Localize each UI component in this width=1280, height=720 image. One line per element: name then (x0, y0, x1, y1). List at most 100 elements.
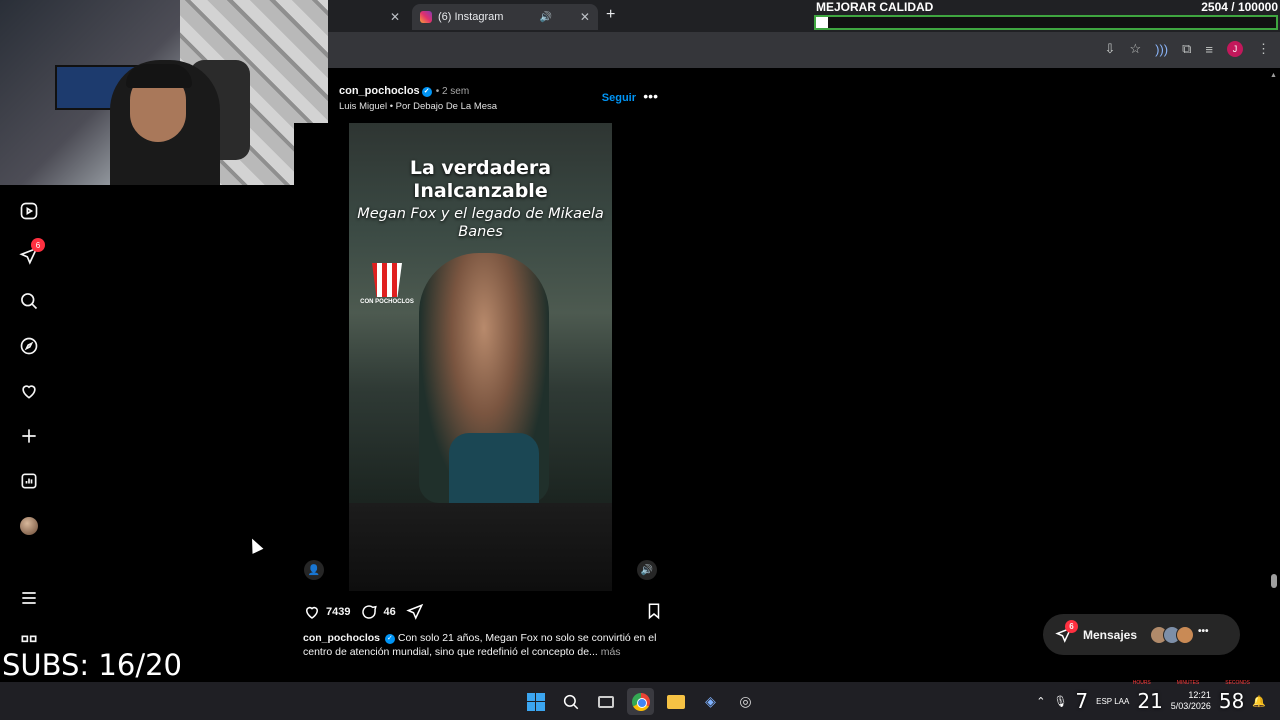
follow-button[interactable]: Seguir (602, 92, 636, 104)
taskbar-apps: ◈ ◎ (522, 688, 759, 715)
nav-more[interactable] (17, 586, 41, 610)
video-lower-frame (349, 503, 612, 591)
media-control-icon[interactable]: ≡ (1205, 42, 1213, 57)
share-button[interactable] (406, 603, 424, 621)
nav-create[interactable] (17, 424, 41, 448)
tagged-user-icon[interactable]: 👤 (304, 560, 324, 580)
webcam-overlay (0, 0, 328, 185)
messages-pill[interactable]: 6 Mensajes ••• (1043, 614, 1240, 655)
clock-time: 12:21 (1188, 690, 1211, 700)
install-app-icon[interactable]: ⇩ (1105, 41, 1116, 57)
profile-avatar[interactable]: J (1227, 41, 1243, 57)
popcorn-icon (372, 263, 402, 297)
more-dots-icon: ••• (1198, 625, 1209, 637)
cast-icon[interactable]: ))) (1155, 42, 1168, 57)
comment-icon (362, 605, 378, 619)
app-icon: ◈ (705, 693, 716, 709)
nav-profile[interactable] (17, 514, 41, 538)
extensions-icon[interactable]: ⧉ (1182, 41, 1191, 57)
folder-icon (666, 694, 685, 709)
speaker-icon[interactable]: 🔊 (539, 12, 551, 23)
like-count: 7439 (326, 606, 351, 618)
microphone-icon[interactable]: 🎙 (1053, 695, 1067, 708)
system-tray: ⌃ 🎙 7 ESP LAA 21 12:21 5/03/2026 58 🔔 (1036, 682, 1266, 720)
scroll-up-icon[interactable]: ▲ (1270, 72, 1277, 79)
post-author[interactable]: con_pochoclos ✓ • 2 sem (339, 85, 469, 97)
clock-date: 5/03/2026 (1170, 701, 1211, 711)
clock[interactable]: 12:21 5/03/2026 (1171, 690, 1211, 712)
post-header: con_pochoclos ✓ • 2 sem Luis Miguel • Por … (328, 82, 668, 118)
tab-close-icon[interactable]: ✕ (390, 10, 400, 24)
nav-dashboard[interactable] (17, 469, 41, 493)
search-icon (21, 293, 38, 310)
donation-goal-overlay: MEJORAR CALIDAD 2504 / 100000 (812, 0, 1280, 32)
taskbar-search[interactable] (557, 688, 584, 715)
video-subject-top (449, 433, 539, 503)
browser-toolbar: ⇩ ☆ ))) ⧉ ≡ J ⋮ (1105, 41, 1270, 57)
tab-previous[interactable]: ✕ (328, 4, 408, 30)
goal-progress-bar (814, 15, 1278, 30)
obs-icon: ◎ (739, 693, 752, 709)
heart-icon (22, 385, 36, 399)
post-media[interactable]: La verdadera Inalcanzable Megan Fox y el… (294, 123, 668, 591)
timer-label-seconds: SECONDS (1225, 680, 1250, 686)
task-view-icon (597, 695, 614, 708)
video-frame[interactable]: La verdadera Inalcanzable Megan Fox y el… (349, 123, 612, 503)
comment-button[interactable]: 46 (360, 603, 396, 621)
nav-messages[interactable]: 6 (17, 238, 45, 268)
taskbar-app[interactable]: ◈ (697, 688, 724, 715)
notifications-icon[interactable]: 🔔 (1252, 695, 1266, 708)
direct-icon: 6 (1055, 619, 1078, 644)
tab-close-icon[interactable]: ✕ (580, 10, 590, 24)
nav-explore[interactable] (17, 334, 41, 358)
tab-instagram[interactable]: (6) Instagram 🔊 ✕ (412, 4, 598, 30)
taskbar-chrome[interactable] (627, 688, 654, 715)
page-scrollbar[interactable]: ▲ (1268, 68, 1280, 682)
goal-title: MEJORAR CALIDAD (816, 0, 934, 14)
nav-notifications[interactable] (17, 379, 41, 403)
messages-label: Mensajes (1083, 627, 1138, 642)
messages-pill-badge: 6 (1065, 619, 1078, 633)
verified-badge-icon: ✓ (421, 87, 432, 97)
nav-search[interactable] (17, 289, 41, 313)
instagram-favicon-icon (420, 11, 432, 23)
tab-instagram-label: (6) Instagram (438, 11, 504, 23)
like-button[interactable]: 7439 (303, 603, 350, 621)
tray-overflow-icon[interactable]: ⌃ (1036, 695, 1045, 708)
windows-taskbar: ◈ ◎ ⌃ 🎙 7 ESP LAA 21 12:21 5/03/2026 58 … (0, 682, 1280, 720)
verified-badge-icon: ✓ (384, 634, 395, 644)
comment-count: 46 (383, 606, 396, 618)
chrome-icon (631, 692, 650, 711)
messages-badge: 6 (31, 238, 45, 252)
taskbar-explorer[interactable] (662, 688, 689, 715)
nav-reels[interactable] (17, 199, 41, 223)
screen: ✕ (6) Instagram 🔊 ✕ + ⇩ ☆ ))) ⧉ ≡ J ⋮ ME… (0, 0, 1280, 720)
save-button[interactable] (645, 602, 663, 623)
task-view-button[interactable] (592, 688, 619, 715)
video-subtitle-text: Megan Fox y el legado de Mikaela Banes (357, 206, 604, 240)
video-title-text: La verdadera Inalcanzable (409, 157, 552, 202)
post-username[interactable]: con_pochoclos (339, 85, 420, 97)
taskbar-obs[interactable]: ◎ (732, 688, 759, 715)
timer-label-hours: HOURS (1132, 680, 1151, 686)
webcam-cap (126, 64, 192, 88)
caption-username[interactable]: con_pochoclos (303, 632, 380, 644)
caption-more-link[interactable]: más (601, 646, 621, 658)
language-indicator[interactable]: ESP LAA (1096, 697, 1129, 706)
more-options-icon[interactable]: ••• (643, 88, 658, 104)
start-button[interactable] (522, 688, 549, 715)
mute-toggle-icon[interactable]: 🔊 (637, 560, 657, 580)
post-audio[interactable]: Luis Miguel • Por Debajo De La Mesa (339, 101, 497, 112)
profile-avatar (20, 517, 38, 535)
timer-hours: 7 (1075, 689, 1089, 713)
popcorn-logo: CON POCHOCLOS (357, 263, 417, 305)
goal-count: 2504 / 100000 (1201, 0, 1278, 14)
search-icon (563, 694, 578, 709)
popcorn-logo-text: CON POCHOCLOS (360, 299, 414, 305)
menu-kebab-icon[interactable]: ⋮ (1257, 41, 1270, 57)
share-icon (406, 603, 423, 620)
bookmark-star-icon[interactable]: ☆ (1129, 41, 1141, 57)
scroll-thumb[interactable] (1271, 574, 1277, 588)
timer-seconds: 58 (1218, 689, 1245, 713)
new-tab-button[interactable]: + (606, 6, 615, 24)
